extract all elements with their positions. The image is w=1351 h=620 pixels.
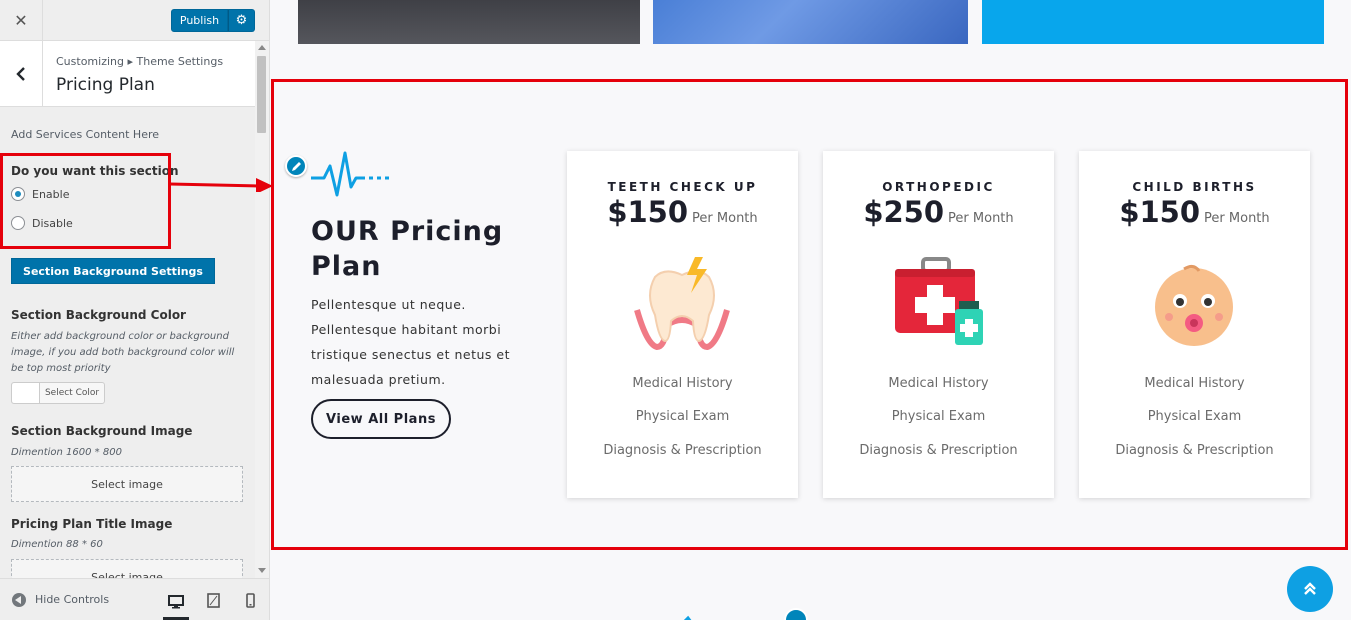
feature-item: Diagnosis & Prescription [603, 443, 762, 458]
site-preview: OUR Pricing Plan Pellentesque ut neque. … [270, 0, 1351, 620]
heartbeat-pulse-icon [311, 151, 389, 197]
select-color-label: Select Color [44, 388, 100, 398]
card-title: CHILD BIRTHS [1132, 180, 1257, 194]
radio-disable-control[interactable] [11, 216, 25, 230]
customizer-sidebar: ✕ Publish ⚙ Customizing ▸ Theme Settings… [0, 0, 270, 620]
bg-color-label: Section Background Color [11, 308, 186, 322]
price-period: Per Month [1204, 211, 1270, 226]
radio-disable[interactable]: Disable [11, 216, 73, 230]
tablet-preview-icon[interactable] [200, 587, 226, 613]
gallery-image-2 [653, 0, 968, 44]
feature-item: Medical History [632, 376, 733, 391]
edit-shortcut-pencil-icon[interactable] [285, 155, 307, 177]
price-value: $150 [607, 195, 689, 229]
color-swatch [12, 383, 40, 403]
gallery-image-3 [982, 0, 1324, 44]
publish-button[interactable]: Publish [171, 9, 228, 32]
customizer-header: ✕ Publish ⚙ [0, 0, 269, 41]
gallery-image-1 [298, 0, 640, 44]
annotation-arrow-icon [170, 178, 273, 192]
feature-item: Diagnosis & Prescription [859, 443, 1018, 458]
card-title: ORTHOPEDIC [882, 180, 995, 194]
section-toggle-label: Do you want this section [11, 164, 179, 178]
panel-title: Pricing Plan [56, 75, 155, 95]
radio-enable[interactable]: Enable [11, 187, 69, 201]
card-price: $150 Per Month [567, 195, 798, 229]
price-period: Per Month [948, 211, 1014, 226]
feature-item: Medical History [1144, 376, 1245, 391]
pricing-card-orthopedic: ORTHOPEDIC $250 Per Month Medical History… [823, 151, 1054, 498]
title-image-label: Pricing Plan Title Image [11, 517, 173, 531]
feature-item: Medical History [888, 376, 989, 391]
card-title: TEETH CHECK UP [607, 180, 758, 194]
radio-disable-label: Disable [32, 216, 73, 230]
pricing-card-child-births: CHILD BIRTHS $150 Per Month Medical Histo… [1079, 151, 1310, 498]
feature-item: Physical Exam [1147, 409, 1242, 424]
customizer-controls: Customizing ▸ Theme Settings Pricing Pla… [0, 41, 269, 578]
view-all-plans-button[interactable]: View All Plans [311, 399, 451, 439]
scroll-thumb[interactable] [257, 56, 266, 133]
hide-controls-button[interactable]: Hide Controls [35, 593, 109, 606]
radio-enable-label: Enable [32, 187, 70, 201]
select-bg-image-button[interactable]: Select image [11, 466, 243, 502]
publish-settings-gear-icon[interactable]: ⚙ [228, 9, 255, 32]
feature-item: Diagnosis & Prescription [1115, 443, 1274, 458]
desktop-preview-icon[interactable] [163, 587, 189, 620]
mobile-preview-icon[interactable] [237, 587, 263, 613]
price-value: $150 [1119, 195, 1201, 229]
select-color-button[interactable]: Select Color [11, 382, 105, 404]
back-to-top-button[interactable] [1287, 566, 1333, 612]
feature-item: Physical Exam [635, 409, 730, 424]
first-aid-kit-icon [895, 257, 983, 345]
scroll-down-arrow-icon[interactable] [258, 568, 266, 573]
customizer-footer: Hide Controls [0, 578, 269, 620]
close-customizer-button[interactable]: ✕ [0, 0, 43, 40]
section-background-settings-button[interactable]: Section Background Settings [11, 258, 215, 284]
chevron-left-icon [16, 67, 25, 81]
select-title-image-button[interactable]: Select image [11, 559, 243, 578]
pricing-heading: OUR Pricing Plan [311, 216, 504, 282]
baby-face-icon [1155, 264, 1233, 346]
edit-shortcut-pencil-icon-2[interactable] [784, 608, 808, 620]
feature-item: Physical Exam [891, 409, 986, 424]
sidebar-scrollbar[interactable] [255, 41, 269, 578]
pricing-card-teeth: TEETH CHECK UP $150 Per Month Medical His… [567, 151, 798, 498]
breadcrumb: Customizing ▸ Theme Settings [56, 55, 224, 68]
next-section-pulse-icon [683, 615, 692, 620]
title-image-dimension: Dimention 88 * 60 [11, 539, 103, 550]
bg-color-note: Either add background color or backgroun… [11, 331, 235, 374]
double-chevron-up-icon [1304, 582, 1316, 595]
add-services-note: Add Services Content Here [11, 128, 160, 141]
card-price: $150 Per Month [1079, 195, 1310, 229]
card-price: $250 Per Month [823, 195, 1054, 229]
pricing-description: Pellentesque ut neque. Pellentesque habi… [311, 297, 510, 387]
collapse-icon[interactable] [12, 593, 26, 607]
tooth-icon [634, 257, 730, 351]
price-period: Per Month [692, 211, 758, 226]
back-button[interactable] [0, 41, 43, 107]
price-value: $250 [863, 195, 945, 229]
scroll-up-arrow-icon[interactable] [258, 45, 266, 50]
bg-image-label: Section Background Image [11, 424, 193, 438]
panel-header: Customizing ▸ Theme Settings Pricing Pla… [0, 41, 255, 107]
radio-enable-control[interactable] [11, 187, 25, 201]
bg-image-dimension: Dimention 1600 * 800 [11, 447, 122, 458]
